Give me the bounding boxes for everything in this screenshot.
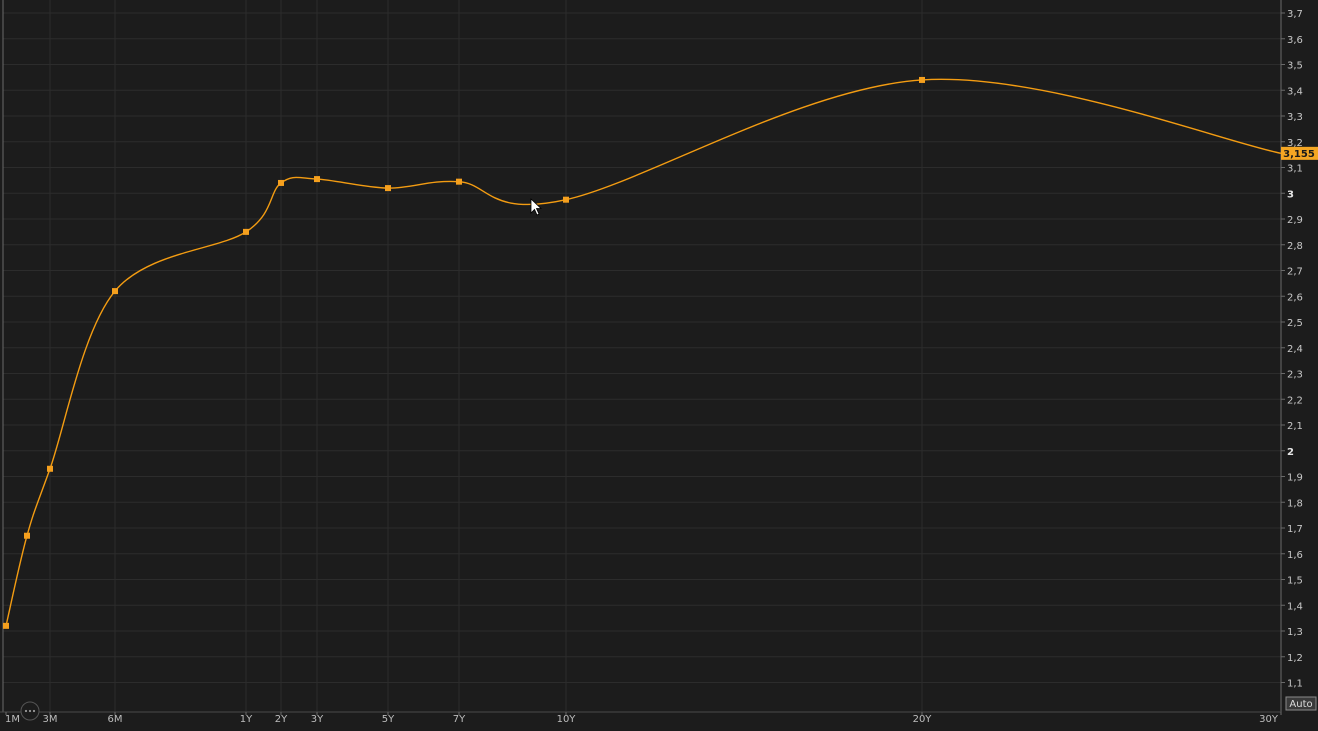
y-tick-label: 2,5 [1287, 318, 1303, 329]
y-tick-label: 3,3 [1287, 112, 1303, 123]
data-point-marker [112, 288, 118, 295]
y-tick-label: 1,8 [1287, 498, 1303, 509]
y-tick-label: 3,1 [1287, 164, 1303, 175]
data-point-marker [314, 176, 320, 183]
data-point-marker [24, 532, 30, 539]
x-tick-label: 7Y [453, 714, 466, 725]
x-tick-label: 1Y [240, 714, 253, 725]
y-tick-label: 2,4 [1287, 344, 1303, 355]
x-tick-label: 30Y [1259, 714, 1279, 725]
data-point-marker [919, 76, 925, 83]
y-tick-label: 2,1 [1287, 421, 1303, 432]
chart-canvas: 1,1 1,2 1,3 1,4 1,5 1,6 1,7 1,8 1,9 2 2,1 2,2 2,3 2,4… [0, 0, 1318, 727]
y-tick-label: 2,3 [1287, 370, 1303, 381]
data-point-marker [278, 179, 284, 186]
data-point-marker [385, 185, 391, 192]
y-tick-label: 2,8 [1287, 241, 1303, 252]
x-tick-label: 20Y [913, 714, 933, 725]
x-tick-label: 3Y [311, 714, 324, 725]
auto-scale-label: Auto [1289, 699, 1312, 710]
x-tick-label: 10Y [557, 714, 577, 725]
y-tick-label: 1,2 [1287, 653, 1303, 664]
x-tick-label: 3M [43, 714, 58, 725]
y-tick-label: 2,9 [1287, 215, 1303, 226]
last-value-label: 3,155 [1283, 149, 1315, 160]
data-point-marker [47, 465, 53, 472]
more-dots-icon[interactable] [20, 701, 40, 721]
y-tick-label: 2,2 [1287, 395, 1303, 406]
y-tick-label: 2 [1287, 447, 1294, 458]
y-tick-label: 3,4 [1287, 86, 1303, 97]
x-tick-label: 5Y [382, 714, 395, 725]
y-tick-label: 3,7 [1287, 9, 1303, 20]
x-tick-label: 1M [5, 714, 20, 725]
data-point-marker [563, 196, 569, 203]
auto-scale-button[interactable]: Auto [1285, 696, 1317, 711]
x-tick-label: 2Y [275, 714, 288, 725]
y-tick-label: 1,1 [1287, 679, 1303, 690]
y-tick-label: 1,6 [1287, 550, 1303, 561]
y-tick-label: 3 [1287, 189, 1294, 200]
y-tick-label: 1,3 [1287, 627, 1303, 638]
last-value-badge: 3,155 [1281, 146, 1318, 160]
y-tick-label: 1,4 [1287, 601, 1303, 612]
y-tick-label: 1,7 [1287, 524, 1303, 535]
y-tick-label: 3,6 [1287, 35, 1303, 46]
y-tick-label: 3,5 [1287, 61, 1303, 72]
data-point-marker [3, 622, 9, 629]
yield-curve-chart: 1,1 1,2 1,3 1,4 1,5 1,6 1,7 1,8 1,9 2 2,1 2,2 2,3 2,4… [0, 0, 1318, 727]
x-tick-label: 6M [108, 714, 123, 725]
data-point-marker [456, 178, 462, 185]
y-tick-label: 2,6 [1287, 292, 1303, 303]
data-point-marker [243, 228, 249, 235]
y-tick-label: 1,9 [1287, 473, 1303, 484]
y-tick-label: 1,5 [1287, 576, 1303, 587]
y-tick-label: 2,7 [1287, 267, 1303, 278]
